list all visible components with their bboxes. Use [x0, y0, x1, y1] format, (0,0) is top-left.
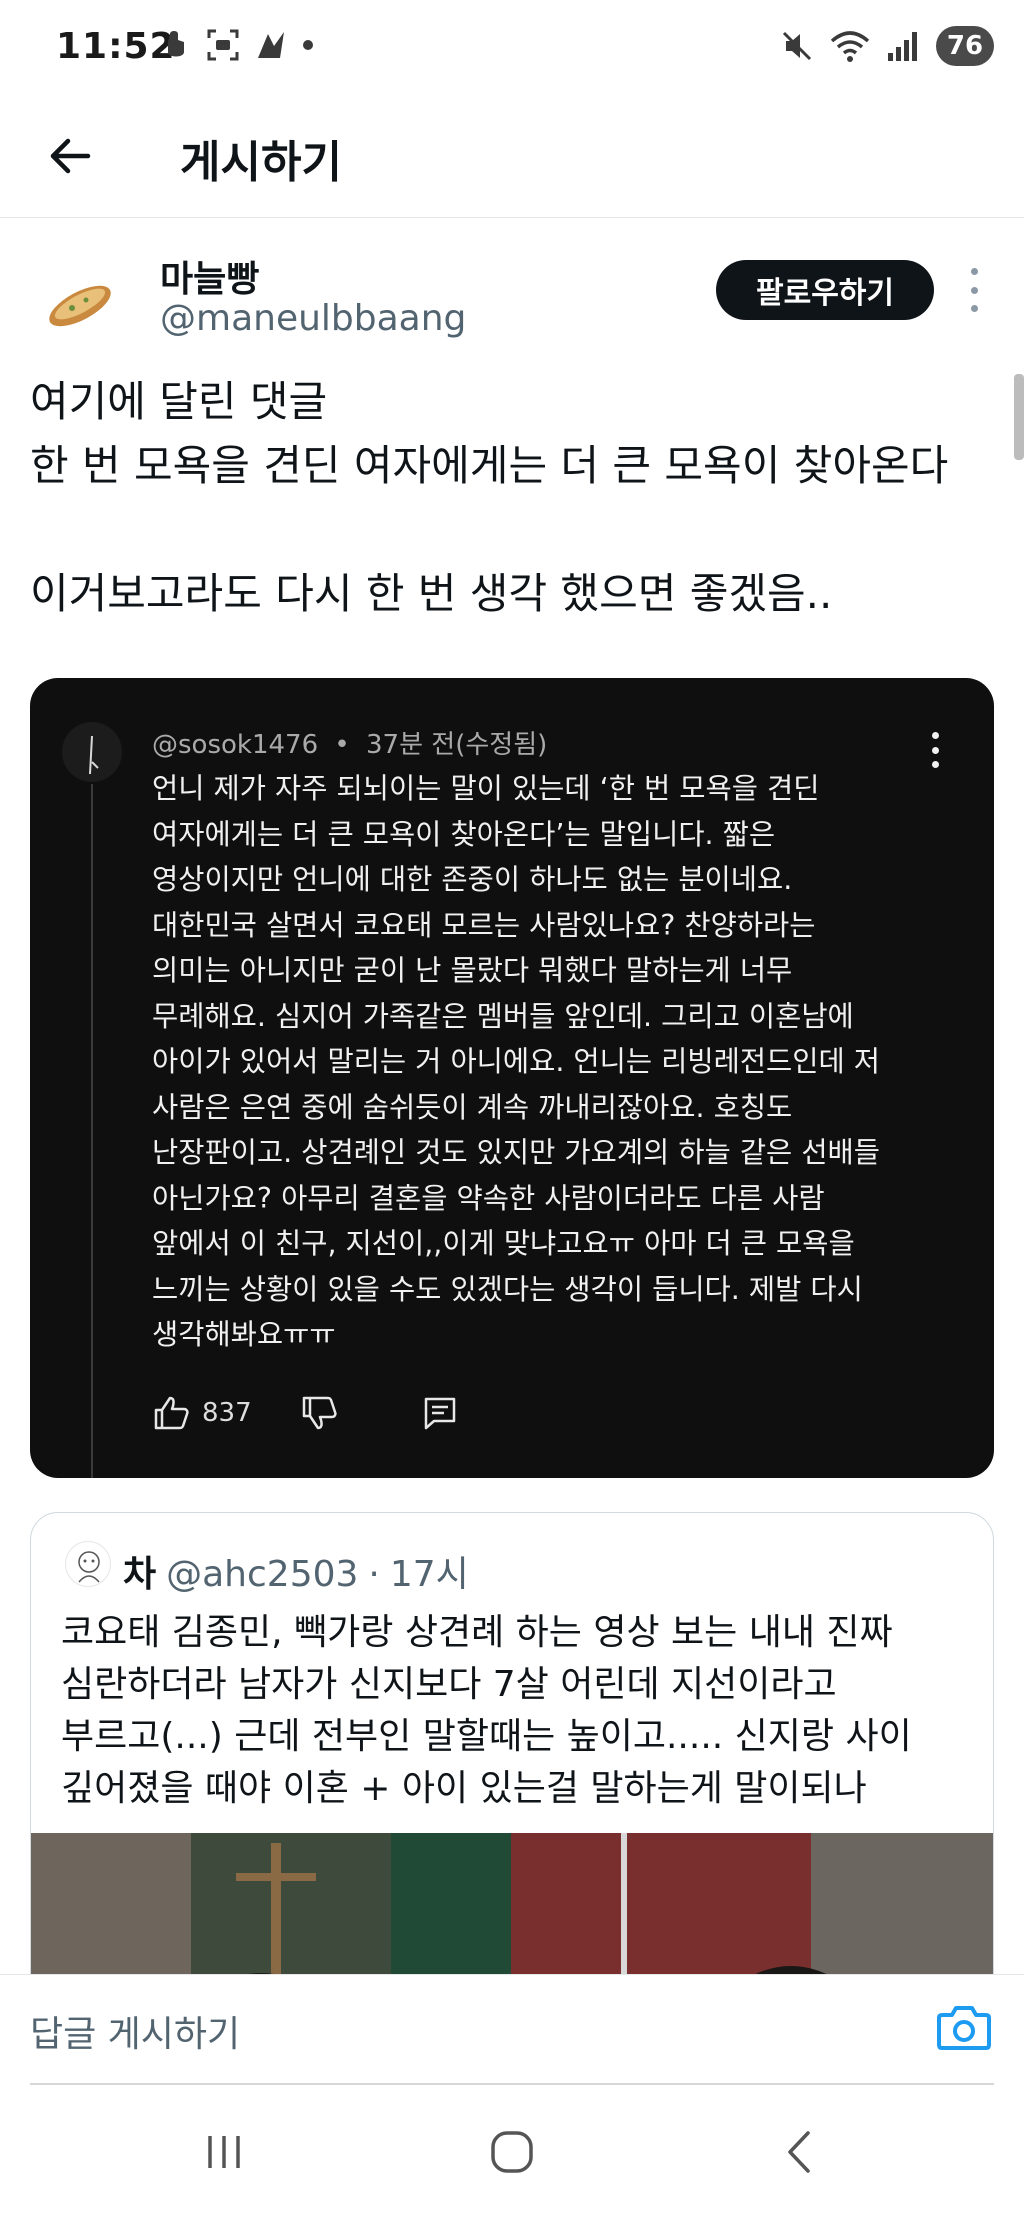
cartoon-avatar-icon [78, 1551, 100, 1583]
quote-author-handle: @ahc2503 [166, 1554, 359, 1595]
top-header: 게시하기 [0, 96, 1024, 218]
thumbs-up-icon [154, 1396, 189, 1430]
comment-menu-icon [930, 732, 940, 768]
comment-line: 사람은 은연 중에 숨쉬듯이 계속 까내리잖아요. 호칭도 [152, 1090, 793, 1124]
garlic-bread-icon [49, 285, 111, 327]
home-button[interactable] [482, 2122, 542, 2182]
status-bar: 11:52 76 [0, 0, 1024, 96]
post-text: 여기에 달린 댓글 한 번 모욕을 견딘 여자에게는 더 큰 모욕이 찾아온다 … [30, 377, 949, 618]
attached-image[interactable]: @sosok1476 • 37분 전(수정됨) 언니 제가 자주 되뇌이는 말이… [30, 678, 994, 1478]
status-left-icons [160, 28, 314, 62]
reply-comment-icon [424, 1397, 455, 1430]
camera-icon[interactable] [936, 2001, 992, 2053]
comment-actions: 837 [152, 1394, 458, 1432]
wifi-icon [830, 31, 870, 62]
comment-line: 난장판이고. 상견례인 것도 있지만 가요계의 하늘 같은 선배들 [152, 1136, 880, 1169]
page-title: 게시하기 [180, 137, 342, 188]
reply-input[interactable]: 답글 게시하기 [30, 2005, 240, 2057]
quoted-post[interactable]: 차 @ahc2503 · 17시 코요태 김종민, 빽가랑 상견례 하는 영상 … [30, 1512, 994, 2032]
quote-line: 깊어졌을 때야 이혼 + 아이 있는걸 말하는게 말이되나 [61, 1768, 867, 1809]
comment-line: 여자에게는 더 큰 모욕이 찾아온다’는 말입니다. 짧은 [152, 817, 776, 851]
system-nav-bar [0, 2086, 1024, 2219]
back-arrow-icon[interactable] [44, 130, 96, 182]
author-handle[interactable]: @maneulbbaang [160, 298, 466, 339]
recent-apps-icon [208, 2136, 240, 2168]
comment-line: 아이가 있어서 말리는 거 아니에요. 언니는 리빙레전드인데 저 [152, 1045, 880, 1078]
comment-avatar [62, 722, 122, 782]
comment-line: 언니 제가 자주 되뇌이는 말이 있는데 ‘한 번 모욕을 견딘 [152, 772, 820, 805]
comment-line: 의미는 아니지만 굳이 난 몰랐다 뭐했다 말하는게 너무 [152, 954, 793, 987]
quote-line: 심란하더라 남자가 신지보다 7살 어린데 지선이라고 [61, 1664, 837, 1705]
comment-time: 37분 전(수정됨) [366, 730, 548, 760]
comment-separator: • [334, 730, 350, 760]
reply-underline [30, 2083, 994, 2085]
quote-header: 차 @ahc2503 · 17시 [123, 1545, 469, 1597]
reply-bar: 답글 게시하기 [0, 1974, 1024, 2085]
comment-meta: @sosok1476 • 37분 전(수정됨) [152, 724, 547, 761]
comment-line: 영상이지만 언니에 대한 존중이 하나도 없는 분이네요. [152, 863, 793, 896]
back-button[interactable] [770, 2122, 830, 2182]
app-icon [258, 32, 284, 58]
status-time: 11:52 [56, 26, 176, 67]
dot-icon [303, 40, 313, 50]
signal-icon [888, 32, 917, 61]
quote-text: 코요태 김종민, 빽가랑 상견례 하는 영상 보는 내내 진짜 심란하더라 남자… [61, 1607, 961, 1815]
comment-line: 느끼는 상황이 있을 수도 있겠다는 생각이 듭니다. 제발 다시 [152, 1272, 863, 1306]
quote-author-name: 차 [123, 1554, 157, 1595]
follow-button[interactable]: 팔로우하기 [716, 260, 934, 320]
comment-handle: @sosok1476 [152, 730, 319, 760]
quote-separator: · [368, 1554, 380, 1595]
like-count: 837 [202, 1398, 252, 1428]
recent-apps-button[interactable] [194, 2122, 254, 2182]
thumbs-down-icon [302, 1396, 337, 1430]
quote-time: 17시 [389, 1554, 469, 1595]
author-name[interactable]: 마늘빵 [160, 250, 259, 302]
battery-indicator: 76 [936, 26, 994, 66]
quote-line: 코요태 김종민, 빽가랑 상견례 하는 영상 보는 내내 진짜 [61, 1612, 893, 1653]
more-options-icon[interactable] [962, 268, 986, 312]
screenshot-icon [207, 29, 239, 61]
quote-avatar[interactable] [65, 1541, 111, 1587]
comment-line: 앞에서 이 친구, 지선이,,이게 맞냐고요ㅠ 아마 더 큰 모욕을 [152, 1227, 855, 1260]
comment-body: 언니 제가 자주 되뇌이는 말이 있는데 ‘한 번 모욕을 견딘 여자에게는 더… [152, 766, 952, 1358]
comment-line: 아닌가요? 아무리 결혼을 약속한 사람이더라도 다른 사람 [152, 1181, 825, 1215]
quote-line: 부르고(...) 근데 전부인 말할때는 높이고..... 신지랑 사이 [61, 1716, 912, 1757]
scrollbar[interactable] [1014, 374, 1024, 460]
author-avatar[interactable] [40, 262, 122, 344]
notification-icon [168, 31, 184, 57]
comment-line: 생각해봐요ㅠㅠ [152, 1318, 336, 1351]
status-right-icons: 76 [780, 26, 994, 66]
mute-icon [782, 31, 812, 61]
comment-line: 대한민국 살면서 코요태 모르는 사람있나요? 찬양하라는 [152, 908, 816, 942]
comment-thread-line [91, 784, 93, 1478]
comment-line: 무례해요. 심지어 가족같은 멤버들 앞인데. 그리고 이혼남에 [152, 999, 854, 1033]
back-chevron-icon [788, 2131, 810, 2173]
home-icon [491, 2131, 533, 2173]
